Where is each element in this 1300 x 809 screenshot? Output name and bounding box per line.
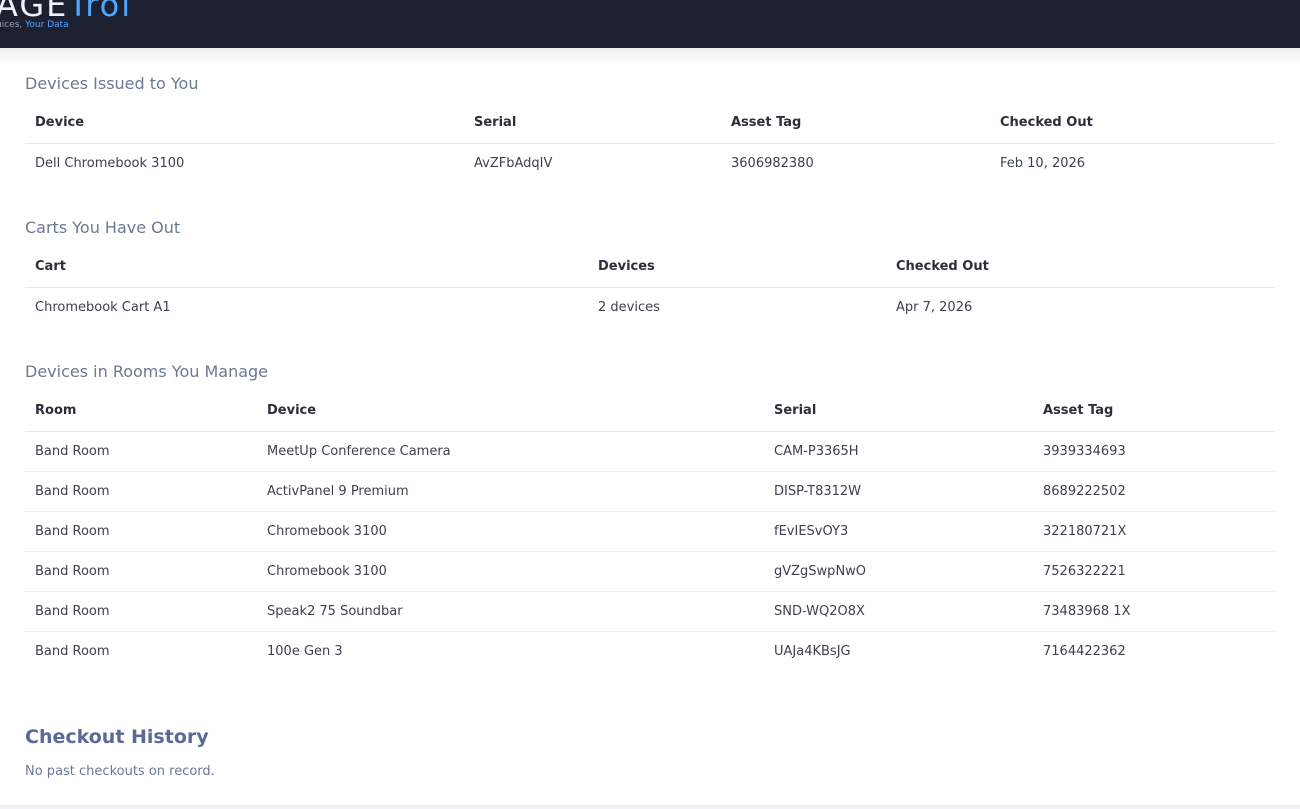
table-row[interactable]: Band Room MeetUp Conference Camera CAM-P…	[25, 431, 1275, 472]
cell-checked-out: Feb 10, 2026	[1000, 156, 1086, 171]
column-header-cart[interactable]: Cart	[25, 245, 588, 288]
cell-room: Band Room	[25, 431, 257, 472]
column-header-asset-tag[interactable]: Asset Tag	[1033, 389, 1275, 432]
table-row[interactable]: Band Room Speak2 75 Soundbar SND-WQ2O8X …	[25, 591, 1275, 632]
cell-serial: CAM-P3365H	[764, 431, 1033, 472]
cell-serial: gVZgSwpNwO	[764, 551, 1033, 592]
logo-tagline: uices, Your Data	[0, 20, 69, 30]
column-header-device[interactable]: Device	[25, 101, 464, 144]
cell-asset-tag: 3939334693	[1033, 431, 1275, 472]
cell-asset-tag: 7164422362	[1043, 644, 1126, 659]
column-header-checked-out[interactable]: Checked Out	[886, 245, 1275, 288]
cell-device: ActivPanel 9 Premium	[257, 471, 764, 512]
section-title-carts: Carts You Have Out	[25, 218, 181, 237]
footer-divider	[0, 805, 1300, 809]
cell-asset-tag: 73483968 1X	[1033, 591, 1275, 632]
cell-devices: 2 devices	[598, 300, 660, 315]
column-header-checked-out[interactable]: Checked Out	[990, 101, 1275, 144]
table-row[interactable]: Band Room Chromebook 3100 gVZgSwpNwO 752…	[25, 551, 1275, 592]
cell-asset-tag: 322180721X	[1033, 511, 1275, 552]
section-title-checkout-history: Checkout History	[25, 726, 209, 748]
cell-serial: SND-WQ2O8X	[764, 591, 1033, 632]
cell-checked-out: Apr 7, 2026	[896, 300, 973, 315]
table-row[interactable]: Band Room ActivPanel 9 Premium DISP-T831…	[25, 471, 1275, 512]
cell-device: MeetUp Conference Camera	[257, 431, 764, 472]
section-title-rooms: Devices in Rooms You Manage	[25, 362, 269, 381]
cell-asset-tag: 7526322221	[1033, 551, 1275, 592]
cell-serial: DISP-T8312W	[764, 471, 1033, 512]
cell-device: Dell Chromebook 3100	[35, 156, 185, 171]
table-row[interactable]: Chromebook Cart A1 2 devices Apr 7, 2026	[25, 288, 1275, 328]
cell-room: Band Room	[25, 471, 257, 512]
column-header-serial[interactable]: Serial	[464, 101, 721, 144]
column-header-devices[interactable]: Devices	[588, 245, 886, 288]
cell-serial: fEvIESvOY3	[764, 511, 1033, 552]
table-row[interactable]: Band Room Chromebook 3100 fEvIESvOY3 322…	[25, 511, 1275, 552]
cell-asset-tag: 3606982380	[731, 156, 814, 171]
table-header-row: Device Serial Asset Tag Checked Out	[25, 101, 1275, 144]
app-logo[interactable]: AGETrol uices, Your Data	[0, 0, 160, 48]
column-header-room[interactable]: Room	[25, 389, 257, 432]
logo-wordmark: AGETrol	[0, 0, 133, 24]
cell-device: 100e Gen 3	[267, 644, 343, 659]
top-navigation-bar: AGETrol uices, Your Data	[0, 0, 1300, 48]
cell-room: Band Room	[25, 591, 257, 632]
rooms-devices-table: Room Device Serial Asset Tag Band Room M…	[25, 389, 1275, 671]
cell-serial: UAJa4KBsJG	[774, 644, 851, 659]
cell-room: Band Room	[25, 551, 257, 592]
table-row[interactable]: Band Room 100e Gen 3 UAJa4KBsJG 71644223…	[25, 632, 1275, 672]
column-header-serial[interactable]: Serial	[764, 389, 1033, 432]
column-header-device[interactable]: Device	[257, 389, 764, 432]
cell-asset-tag: 8689222502	[1033, 471, 1275, 512]
section-title-devices-issued: Devices Issued to You	[25, 74, 199, 93]
column-header-asset-tag[interactable]: Asset Tag	[721, 101, 990, 144]
cell-device: Chromebook 3100	[257, 551, 764, 592]
cell-serial: AvZFbAdqIV	[474, 156, 553, 171]
table-header-row: Room Device Serial Asset Tag	[25, 389, 1275, 432]
devices-issued-table: Device Serial Asset Tag Checked Out Dell…	[25, 101, 1275, 183]
cell-room: Band Room	[25, 511, 257, 552]
carts-table: Cart Devices Checked Out Chromebook Cart…	[25, 245, 1275, 327]
topbar-shadow	[0, 48, 1300, 66]
cell-room: Band Room	[35, 644, 110, 659]
table-header-row: Cart Devices Checked Out	[25, 245, 1275, 288]
empty-state-text: No past checkouts on record.	[25, 764, 215, 779]
cell-cart: Chromebook Cart A1	[35, 300, 171, 315]
cell-device: Chromebook 3100	[257, 511, 764, 552]
cell-device: Speak2 75 Soundbar	[257, 591, 764, 632]
table-row[interactable]: Dell Chromebook 3100 AvZFbAdqIV 36069823…	[25, 144, 1275, 184]
